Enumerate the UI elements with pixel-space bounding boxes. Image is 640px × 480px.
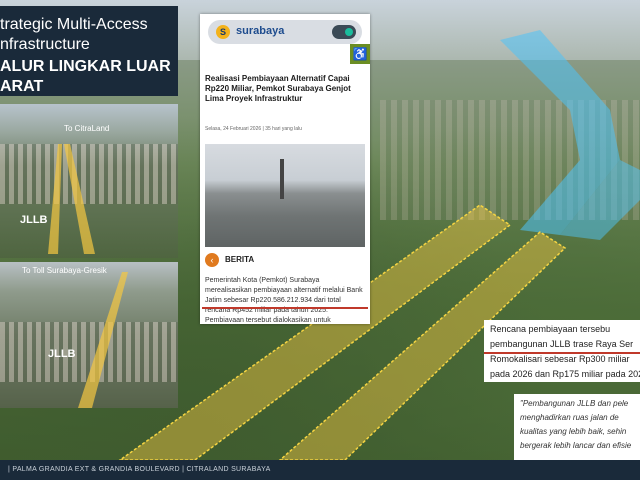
red-underline bbox=[202, 307, 368, 309]
photo-label-jllb-bottom: JLLB bbox=[48, 348, 76, 360]
callout2-line3: kualitas yang lebih baik, sehin bbox=[520, 427, 627, 436]
callout2-line4: bergerak lebih lancar dan efisie bbox=[520, 441, 632, 450]
power-tower bbox=[280, 159, 284, 199]
title-line-2: nfrastructure bbox=[0, 36, 90, 53]
photo-road-lines-2 bbox=[78, 272, 128, 408]
callout1-line2: pembangunan JLLB trase Raya Ser bbox=[490, 339, 634, 349]
surabaya-logo-icon: S bbox=[216, 25, 230, 39]
photo-label-gresik: To Toll Surabaya-Gresik bbox=[22, 266, 107, 275]
financing-callout: Rencana pembiayaan tersebu pembangunan J… bbox=[484, 320, 640, 382]
toggle-knob-icon bbox=[345, 28, 353, 36]
title-line-1: trategic Multi-Access bbox=[0, 16, 148, 33]
photo2-road-highlight bbox=[78, 272, 128, 408]
callout1-line1: Rencana pembiayaan tersebu bbox=[490, 324, 611, 334]
photo1-road-highlight bbox=[48, 144, 62, 254]
article-photo bbox=[205, 144, 365, 247]
article-date: Selasa, 24 Februari 2026 | 35 hari yang … bbox=[205, 126, 302, 132]
quote-callout: "Pembangunan JLLB dan pele menghadirkan … bbox=[514, 394, 640, 460]
section-label: BERITA bbox=[225, 255, 255, 264]
back-arrow-icon[interactable]: ‹ bbox=[205, 253, 219, 267]
news-screenshot: S surabaya ♿ Realisasi Pembiayaan Altern… bbox=[200, 14, 370, 324]
aerial-photo-gresik: To Toll Surabaya-Gresik JLLB bbox=[0, 262, 178, 408]
footer-bar: | PALMA GRANDIA EXT & GRANDIA BOULEVARD … bbox=[0, 460, 640, 480]
callout2-line2: menghadirkan ruas jalan de bbox=[520, 413, 619, 422]
article-headline: Realisasi Pembiayaan Alternatif Capai Rp… bbox=[205, 74, 351, 103]
callout1-line3: Romokalisari sebesar Rp300 miliar bbox=[490, 354, 630, 364]
accessibility-icon[interactable]: ♿ bbox=[350, 44, 370, 64]
callout2-line1: "Pembangunan JLLB dan pele bbox=[520, 399, 629, 408]
callout1-line4: pada 2026 dan Rp175 miliar pada 202 bbox=[490, 369, 640, 379]
aerial-photo-citraland: To CitraLand JLLB bbox=[0, 104, 178, 258]
photo-label-jllb-top: JLLB bbox=[20, 214, 48, 226]
theme-toggle[interactable] bbox=[332, 25, 356, 39]
title-panel: trategic Multi-Access nfrastructure ALUR… bbox=[0, 6, 178, 96]
article-body: Pemerintah Kota (Pemkot) Surabaya mereal… bbox=[205, 277, 363, 322]
app-topbar: S surabaya bbox=[208, 20, 362, 44]
photo1-road-highlight-2 bbox=[64, 144, 95, 254]
section-bar: ‹ BERITA bbox=[205, 250, 365, 270]
title-line-4: ARAT bbox=[0, 78, 44, 95]
photo-label-citraland: To CitraLand bbox=[64, 124, 110, 133]
footer-text: | PALMA GRANDIA EXT & GRANDIA BOULEVARD … bbox=[8, 466, 271, 473]
app-logo-text: surabaya bbox=[236, 25, 285, 37]
title-line-3: ALUR LINGKAR LUAR bbox=[0, 58, 171, 75]
